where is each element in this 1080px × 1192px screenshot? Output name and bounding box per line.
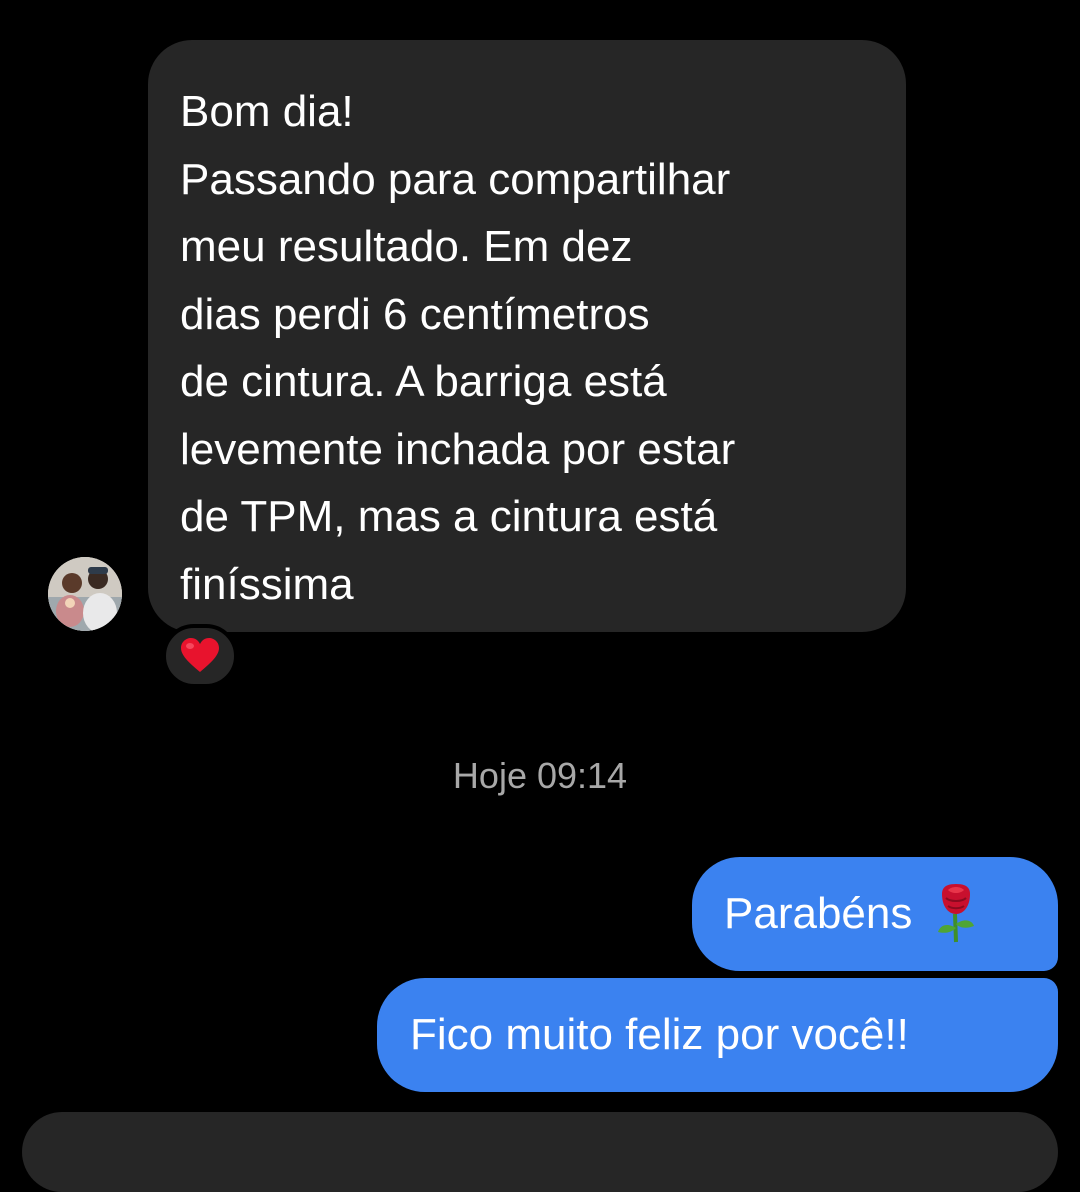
message-text: Parabéns (724, 889, 913, 938)
message-line: de TPM, mas a cintura está (180, 492, 718, 541)
reaction-badge[interactable] (162, 624, 238, 688)
message-line: meu resultado. Em dez (180, 222, 633, 271)
rose-icon (938, 884, 975, 943)
incoming-message-bubble[interactable]: Bom dia! Passando para compartilhar meu … (148, 40, 906, 632)
heart-icon (181, 638, 219, 672)
outgoing-message-bubble[interactable]: Parabéns (692, 857, 1058, 971)
message-line: Passando para compartilhar (180, 154, 731, 204)
message-composer[interactable] (22, 1112, 1058, 1192)
message-line: Bom dia! (180, 87, 354, 136)
message-line: finíssima (180, 559, 354, 609)
message-text: Fico muito feliz por você!! (410, 1010, 909, 1059)
sender-avatar[interactable] (48, 557, 122, 631)
message-line: dias perdi 6 centímetros (180, 289, 650, 339)
message-line: de cintura. A barriga está (180, 357, 667, 406)
avatar-photo-icon (48, 557, 122, 631)
message-line: levemente inchada por estar (180, 424, 736, 474)
outgoing-message-bubble[interactable]: Fico muito feliz por você!! (377, 978, 1058, 1092)
message-timestamp: Hoje 09:14 (452, 755, 628, 796)
